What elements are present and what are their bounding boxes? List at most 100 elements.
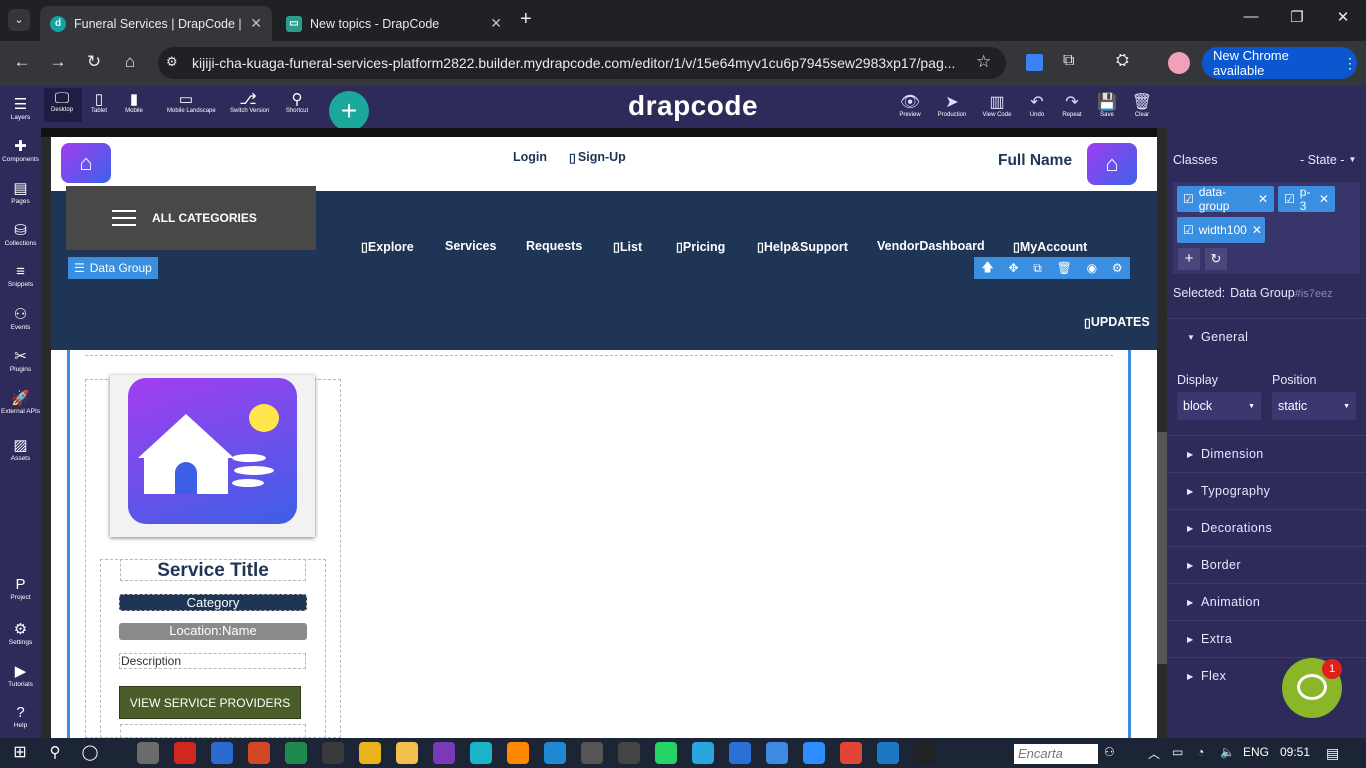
nav-link-requests[interactable]: Requests xyxy=(526,239,582,253)
rail-components[interactable]: ✚ Components xyxy=(0,137,41,163)
taskbar-search-box[interactable]: Encarta xyxy=(1014,744,1098,764)
address-bar[interactable]: kijiji-cha-kuaga-funeral-services-platfo… xyxy=(158,47,1006,79)
rail-events[interactable]: ⚇ Events xyxy=(0,305,41,331)
action-save[interactable]: 💾 Save xyxy=(1089,92,1125,118)
location-badge[interactable]: Location:Name xyxy=(119,623,307,640)
extension-blue-icon[interactable] xyxy=(1026,54,1043,71)
folder-icon[interactable] xyxy=(396,742,418,764)
device-shortcut[interactable]: ⚲ Shortcut xyxy=(279,90,315,114)
action-production[interactable]: ➤ Production xyxy=(934,92,970,118)
action-repeat[interactable]: ↷ Repeat xyxy=(1054,92,1090,118)
state-select[interactable]: - State - ▼ xyxy=(1300,153,1356,167)
canva-icon[interactable] xyxy=(470,742,492,764)
home-icon[interactable]: ⌂ xyxy=(118,52,142,72)
section-animation[interactable]: ▶ Animation xyxy=(1167,583,1366,620)
tab-close-icon[interactable]: ✕ xyxy=(490,15,502,32)
task-view-icon[interactable]: ◯ xyxy=(79,742,101,764)
word-icon[interactable] xyxy=(211,742,233,764)
reload-icon[interactable]: ↻ xyxy=(82,52,106,72)
onenote-icon[interactable] xyxy=(433,742,455,764)
nav-link-vendordashboard[interactable]: VendorDashboard xyxy=(877,239,985,253)
minimize-icon[interactable]: — xyxy=(1236,8,1266,25)
wifi-icon[interactable]: ◔ xyxy=(1197,745,1204,759)
close-window-icon[interactable]: ✕ xyxy=(1328,8,1358,26)
sync-classes-button[interactable]: ↻ xyxy=(1205,248,1227,270)
rail-external-apis[interactable]: 🚀 External APIs xyxy=(0,389,41,415)
remove-class-icon[interactable]: ✕ xyxy=(1252,223,1262,237)
checkbox-icon[interactable]: ☑ xyxy=(1284,192,1295,206)
login-link[interactable]: Login xyxy=(513,150,547,164)
checkbox-icon[interactable]: ☑ xyxy=(1183,192,1194,206)
rail-tutorials[interactable]: ▶ Tutorials xyxy=(0,662,41,688)
clone-icon[interactable]: ⧉ xyxy=(1033,261,1042,276)
file-icon[interactable] xyxy=(137,742,159,764)
telegram-icon[interactable] xyxy=(692,742,714,764)
rail-assets[interactable]: ▨ Assets xyxy=(0,436,41,462)
whatsapp-icon[interactable] xyxy=(655,742,677,764)
tray-chevron-icon[interactable]: ︿ xyxy=(1148,745,1160,762)
add-class-button[interactable]: + xyxy=(1178,248,1200,270)
search-icon[interactable]: ⚲ xyxy=(44,742,66,764)
powerpoint-icon[interactable] xyxy=(248,742,270,764)
delete-icon[interactable]: 🗑 xyxy=(1057,261,1072,275)
add-component-button[interactable]: + xyxy=(329,91,369,131)
nav-link-services[interactable]: Services xyxy=(445,239,496,253)
tab-close-icon[interactable]: ✕ xyxy=(250,15,262,32)
battery-icon[interactable]: ▭ xyxy=(1172,745,1183,759)
device-mobile[interactable]: ▮ Mobile xyxy=(116,90,152,114)
qr-icon[interactable] xyxy=(581,742,603,764)
kebab-menu-icon[interactable]: ⋮ xyxy=(1343,55,1357,72)
selected-element-badge[interactable]: ☰ Data Group xyxy=(68,257,158,279)
people-icon[interactable]: ⚇ xyxy=(1104,745,1115,759)
vscode-icon[interactable] xyxy=(877,742,899,764)
pdf-icon[interactable] xyxy=(174,742,196,764)
action-clear[interactable]: 🗑 Clear xyxy=(1124,92,1160,118)
hide-icon[interactable]: ◉ xyxy=(1087,261,1097,275)
rail-pages[interactable]: ▤ Pages xyxy=(0,179,41,205)
language-indicator[interactable]: ENG xyxy=(1243,745,1269,759)
forward-icon[interactable]: → xyxy=(46,52,70,72)
clock[interactable]: 09:51 xyxy=(1280,745,1310,759)
section-extra[interactable]: ▶ Extra xyxy=(1167,620,1366,657)
all-categories-button[interactable]: ALL CATEGORIES xyxy=(66,186,316,250)
site-info-icon[interactable]: ⚙ xyxy=(166,54,178,70)
windows-start-icon[interactable]: ⊞ xyxy=(9,742,31,764)
rail-snippets[interactable]: ≡ Snippets xyxy=(0,263,41,288)
rail-settings[interactable]: ⚙ Settings xyxy=(0,620,41,646)
gmail-icon[interactable] xyxy=(840,742,862,764)
vlc-icon[interactable] xyxy=(507,742,529,764)
clock-app-icon[interactable] xyxy=(322,742,344,764)
library-icon[interactable] xyxy=(618,742,640,764)
nav-link-help-support[interactable]: ▯Help&Support xyxy=(757,239,848,254)
element-settings-icon[interactable]: ⚙ xyxy=(1112,261,1123,275)
browser-tab-new-topics[interactable]: ▭ New topics - DrapCode ✕ xyxy=(276,6,512,41)
rail-help[interactable]: ? Help xyxy=(0,704,41,729)
back-icon[interactable]: ← xyxy=(10,52,34,72)
rail-layers[interactable]: ☰ Layers xyxy=(0,95,41,121)
zoom-icon[interactable] xyxy=(803,742,825,764)
bookmark-star-icon[interactable]: ☆ xyxy=(976,52,991,72)
class-chip-width100[interactable]: ☑ width100 ✕ xyxy=(1177,217,1265,243)
action-undo[interactable]: ↶ Undo xyxy=(1019,92,1055,118)
rail-collections[interactable]: ⛁ Collections xyxy=(0,221,41,247)
class-chip-p-3[interactable]: ☑ p-3 ✕ xyxy=(1278,185,1335,213)
action-preview[interactable]: 👁 Preview xyxy=(892,92,928,118)
section-general[interactable]: ▼ General xyxy=(1167,318,1366,355)
nav-link-myaccount[interactable]: ▯MyAccount xyxy=(1013,239,1087,254)
nav-link-list[interactable]: ▯List xyxy=(613,239,642,254)
section-dimension[interactable]: ▶ Dimension xyxy=(1167,435,1366,472)
rail-plugins[interactable]: ✂ Plugins xyxy=(0,347,41,373)
volume-icon[interactable]: 🔈 xyxy=(1220,745,1235,759)
excel-icon[interactable] xyxy=(285,742,307,764)
section-border[interactable]: ▶ Border xyxy=(1167,546,1366,583)
device-tablet[interactable]: ▯ Tablet xyxy=(81,90,117,114)
remove-class-icon[interactable]: ✕ xyxy=(1258,192,1268,206)
profile-avatar[interactable] xyxy=(1168,52,1190,74)
site-logo-left[interactable]: ⌂ xyxy=(61,143,111,183)
incognito-icon[interactable]: ⛭ xyxy=(1116,52,1129,70)
select-parent-icon[interactable]: 🡅 xyxy=(981,258,993,279)
updates-link[interactable]: ▯ UPDATES xyxy=(1084,315,1150,330)
capcut-icon[interactable] xyxy=(914,742,936,764)
section-decorations[interactable]: ▶ Decorations xyxy=(1167,509,1366,546)
view-service-providers-button[interactable]: VIEW SERVICE PROVIDERS xyxy=(119,686,301,719)
